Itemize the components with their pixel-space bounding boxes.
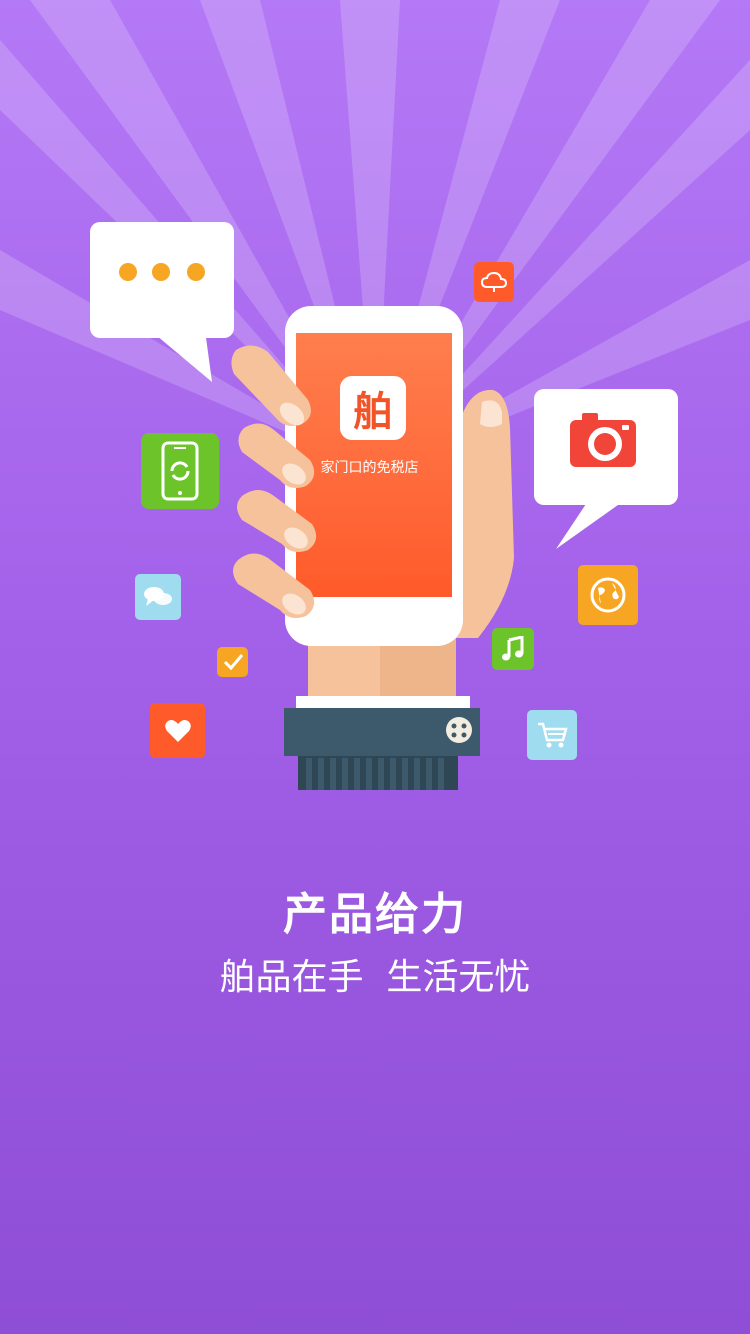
speech-bubbles-icon [135, 574, 181, 620]
hero-illustration: 舶 家门口的免税店 [0, 0, 750, 820]
dot [152, 263, 170, 281]
dot [119, 263, 137, 281]
app-logo: 舶 [340, 376, 406, 440]
shopping-cart-icon [527, 710, 577, 760]
page-title: 产品给力 [283, 889, 467, 940]
heart-icon [150, 703, 205, 758]
globe-icon [578, 565, 638, 625]
cloud-icon [474, 262, 514, 302]
chat-dots-icon [90, 222, 234, 338]
dot [187, 263, 205, 281]
phone-rotate-icon [141, 433, 219, 509]
bubble-tail [150, 330, 212, 382]
camera-icon [570, 413, 636, 467]
checkbox-icon [217, 647, 248, 677]
camera-bubble [534, 389, 678, 505]
bubble-tail [556, 495, 632, 549]
page-subtitle: 舶品在手 生活无忧 [219, 957, 531, 998]
fingers [231, 345, 317, 618]
